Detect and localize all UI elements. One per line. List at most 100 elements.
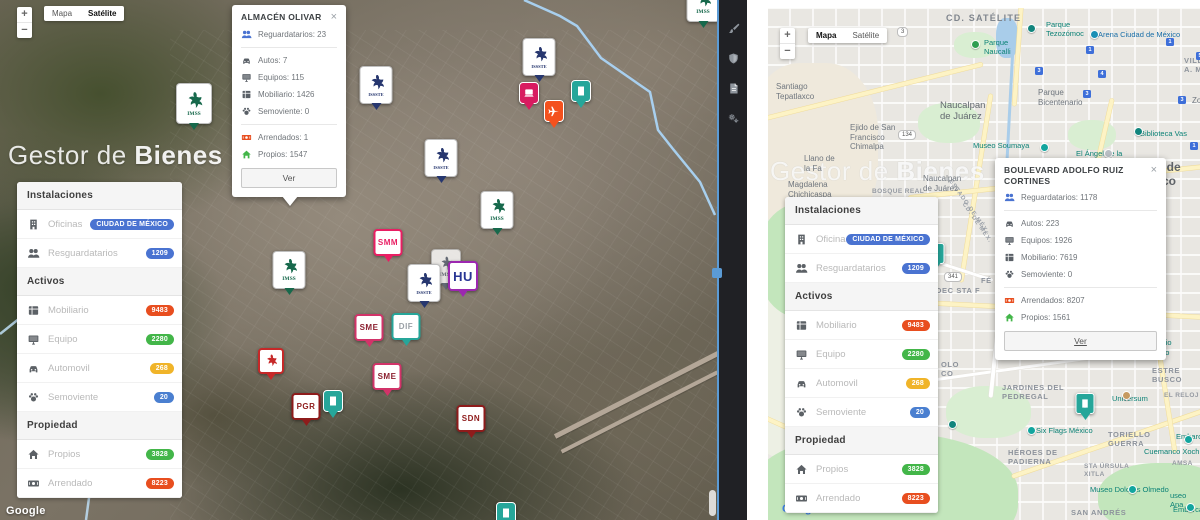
marker-sme[interactable]: SME <box>372 363 402 396</box>
map-label: DEC STA F <box>936 286 981 295</box>
marker-building2-icon[interactable] <box>1075 393 1095 420</box>
marker-building2-icon[interactable] <box>496 502 516 520</box>
map-button[interactable]: Mapa <box>808 28 844 43</box>
marker-sme[interactable]: SME <box>354 314 384 347</box>
popup-stat-text: Arrendados: 8207 <box>1021 296 1085 306</box>
marker-tail <box>382 389 392 396</box>
sidebar-item-resguardatarios[interactable]: Resguardatarios 1209 <box>17 239 182 268</box>
marker-issste[interactable]: ISSSTE <box>424 139 458 183</box>
sidebar-item-label: Oficinas <box>48 218 83 230</box>
popup-stat-text: Propios: 1547 <box>258 150 308 159</box>
zoom-in-button[interactable]: + <box>17 7 32 23</box>
zoom-out-button[interactable]: − <box>17 23 32 38</box>
divider <box>241 124 337 125</box>
poi-icon[interactable] <box>1184 435 1193 444</box>
marker-dif[interactable]: DIF <box>391 313 421 346</box>
zoom-out-button[interactable]: − <box>780 44 795 59</box>
banknote-icon <box>1004 298 1015 304</box>
marker-laptop-icon[interactable] <box>519 82 539 110</box>
marker-imss[interactable]: IMSS <box>176 83 212 130</box>
satellite-button[interactable]: Satélite <box>80 6 124 21</box>
marker-building2-icon[interactable] <box>323 390 343 418</box>
brush-icon[interactable] <box>727 22 740 35</box>
poi-icon[interactable] <box>971 40 980 49</box>
sidebar-item-mobiliario[interactable]: Mobiliario 9483 <box>785 311 938 340</box>
marker-smm[interactable]: SMM <box>373 229 403 262</box>
transit-icon[interactable]: 3 <box>1178 96 1186 104</box>
transit-icon[interactable]: 3 <box>1035 67 1043 75</box>
marker-issste[interactable]: ISSSTE <box>407 264 441 308</box>
monitor-icon <box>27 333 40 346</box>
sidebar-item-semoviente[interactable]: Semoviente 20 <box>17 383 182 412</box>
marker-issste[interactable]: ISSSTE <box>522 38 556 82</box>
poi-icon[interactable] <box>1134 127 1143 136</box>
sidebar-item-oficinas[interactable]: OficinasCIUDAD DE MÉXICO <box>785 225 938 254</box>
marker-issste[interactable]: ISSSTE <box>359 66 393 110</box>
sidebar-item-oficinas[interactable]: OficinasCIUDAD DE MÉXICO <box>17 210 182 239</box>
marker-pgr[interactable]: PGR <box>291 393 321 426</box>
sidebar-item-equipo[interactable]: Equipo 2280 <box>17 325 182 354</box>
sidebar-item-resguardatarios[interactable]: Resguardatarios 1209 <box>785 254 938 283</box>
marker-imss[interactable]: IMSS <box>686 0 717 28</box>
watermark-bold: Bienes <box>134 140 223 170</box>
section-header-instalaciones: Instalaciones <box>785 197 938 225</box>
sidebar-item-mobiliario[interactable]: Mobiliario 9483 <box>17 296 182 325</box>
divider-handle[interactable] <box>712 268 722 278</box>
poi-icon[interactable] <box>1104 149 1113 158</box>
side-toolbar <box>712 0 747 520</box>
marker-tail <box>419 301 429 308</box>
marker-plane-icon[interactable] <box>544 100 564 128</box>
transit-icon[interactable]: 5 <box>1196 52 1200 60</box>
popup-stat-text: Equipos: 1926 <box>1021 236 1073 246</box>
transit-icon[interactable]: 4 <box>1098 70 1106 78</box>
transit-icon[interactable]: 1 <box>1166 38 1174 46</box>
sidebar-item-automovil[interactable]: Automovil 268 <box>785 369 938 398</box>
sidebar-item-label: Arrendado <box>816 492 861 504</box>
transit-icon[interactable]: 1 <box>1086 46 1094 54</box>
close-icon[interactable]: × <box>331 12 337 23</box>
poi-icon[interactable] <box>1090 30 1099 39</box>
popup-stat-text: Reguardatarios: 1178 <box>1021 193 1098 203</box>
building-icon <box>30 219 37 229</box>
marker-imss[interactable]: IMSS <box>272 251 306 295</box>
file-icon[interactable] <box>727 82 740 95</box>
scrollbar-thumb[interactable] <box>709 490 716 516</box>
sidebar-item-arrendado[interactable]: Arrendado 8223 <box>785 484 938 513</box>
building-icon <box>27 218 40 231</box>
sidebar-item-automovil[interactable]: Automovil 268 <box>17 354 182 383</box>
ver-button[interactable]: Ver <box>1004 331 1157 352</box>
gears-icon[interactable] <box>727 112 740 125</box>
satellite-map[interactable]: + − Mapa Satélite Gestor de Bienes IMSS I… <box>0 0 717 520</box>
poi-icon[interactable] <box>1122 391 1131 400</box>
marker-tail <box>458 290 468 297</box>
sidebar-item-arrendado[interactable]: Arrendado 8223 <box>17 469 182 498</box>
poi-icon[interactable] <box>1027 24 1036 33</box>
marker-tail <box>576 101 586 108</box>
marker-imss[interactable]: IMSS <box>480 191 514 235</box>
zoom-in-button[interactable]: + <box>780 28 795 44</box>
road-map[interactable]: + − Mapa Satélite Gestor de Bienes CD. S… <box>768 8 1200 520</box>
close-icon[interactable]: × <box>1151 165 1157 176</box>
map-button[interactable]: Mapa <box>44 6 80 21</box>
poi-icon[interactable] <box>1128 485 1137 494</box>
sidebar-item-semoviente[interactable]: Semoviente 20 <box>785 398 938 427</box>
poi-icon[interactable] <box>948 420 957 429</box>
poi-icon[interactable] <box>1186 503 1195 512</box>
sidebar-item-propios[interactable]: Propios 3828 <box>17 440 182 469</box>
satellite-button[interactable]: Satélite <box>844 28 887 43</box>
marker-label: IMSS <box>490 216 504 223</box>
marker-building2-icon[interactable] <box>571 80 591 108</box>
sidebar-item-propios[interactable]: Propios 3828 <box>785 455 938 484</box>
transit-icon[interactable]: 3 <box>1083 90 1091 98</box>
sidebar-item-equipo[interactable]: Equipo 2280 <box>785 340 938 369</box>
count-badge: 8223 <box>901 492 930 504</box>
ver-button[interactable]: Ver <box>241 168 337 188</box>
shield-icon[interactable] <box>727 52 740 65</box>
marker-eagle[interactable] <box>258 348 284 380</box>
poi-icon[interactable] <box>1027 426 1036 435</box>
marker-sdn[interactable]: SDN <box>456 405 486 438</box>
map-label: FÉ <box>981 276 992 285</box>
poi-icon[interactable] <box>1040 143 1049 152</box>
transit-icon[interactable]: 1 <box>1190 142 1198 150</box>
marker-hu[interactable]: HU <box>448 261 478 297</box>
